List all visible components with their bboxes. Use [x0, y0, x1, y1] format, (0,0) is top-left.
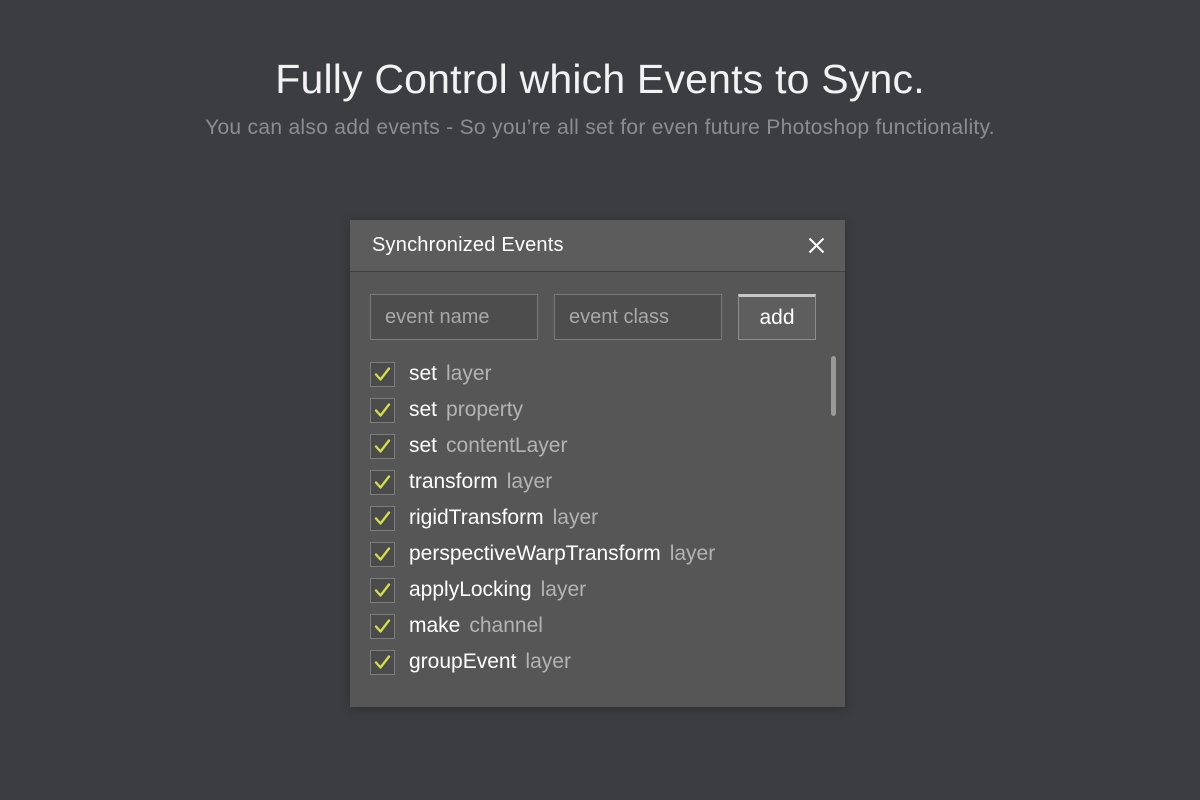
event-class-label: layer [540, 578, 587, 601]
event-checkbox-checked[interactable] [370, 577, 395, 603]
scrollbar-thumb[interactable] [831, 356, 836, 416]
event-row[interactable]: transform layer [370, 464, 845, 500]
event-name-label: rigidTransform [409, 506, 544, 529]
event-class-label: layer [552, 506, 599, 529]
event-class-label: contentLayer [446, 434, 568, 457]
page-title: Fully Control which Events to Sync. [275, 56, 925, 102]
hero-section: Fully Control which Events to Sync. You … [0, 0, 1200, 140]
event-checkbox-checked[interactable] [370, 613, 395, 639]
event-checkbox-checked[interactable] [370, 469, 395, 495]
event-checkbox-checked[interactable] [370, 397, 395, 423]
event-rows-container: set layer set property set contentLayer transf… [370, 356, 845, 680]
add-event-row: add [350, 272, 845, 340]
event-class-label: layer [506, 470, 553, 493]
event-class-label: layer [669, 542, 716, 565]
event-checkbox-checked[interactable] [370, 433, 395, 459]
event-row[interactable]: perspectiveWarpTransform layer [370, 536, 845, 572]
event-name-label: make [409, 614, 461, 637]
event-name-label: set [409, 362, 438, 385]
event-name-label: groupEvent [409, 650, 517, 673]
event-list-scrollbar[interactable] [831, 356, 836, 692]
event-checkbox-checked[interactable] [370, 649, 395, 675]
event-list: set layer set property set contentLayer transf… [350, 356, 845, 692]
event-checkbox-checked[interactable] [370, 361, 395, 387]
close-icon[interactable] [801, 231, 831, 261]
event-row[interactable]: make channel [370, 608, 845, 644]
event-row[interactable]: set contentLayer [370, 428, 845, 464]
event-class-input[interactable] [554, 294, 722, 340]
event-class-label: channel [469, 614, 543, 637]
event-name-input[interactable] [370, 294, 538, 340]
add-event-button[interactable]: add [738, 294, 816, 340]
event-row[interactable]: applyLocking layer [370, 572, 845, 608]
event-name-label: transform [409, 470, 498, 493]
panel-title: Synchronized Events [372, 234, 564, 256]
event-class-label: layer [525, 650, 571, 673]
event-row[interactable]: set layer [370, 356, 845, 392]
event-class-label: property [446, 398, 524, 421]
event-name-label: applyLocking [409, 578, 532, 601]
event-checkbox-checked[interactable] [370, 505, 395, 531]
event-class-label: layer [446, 362, 492, 385]
page-subtitle: You can also add events - So you’re all … [205, 116, 995, 140]
event-name-label: perspectiveWarpTransform [409, 542, 661, 565]
panel-header: Synchronized Events [350, 220, 845, 272]
event-checkbox-checked[interactable] [370, 541, 395, 567]
event-row[interactable]: rigidTransform layer [370, 500, 845, 536]
event-row[interactable]: set property [370, 392, 845, 428]
event-name-label: set [409, 398, 438, 421]
event-name-label: set [409, 434, 438, 457]
event-row[interactable]: groupEvent layer [370, 644, 845, 680]
synchronized-events-panel: Synchronized Events add set layer set prope… [350, 220, 845, 707]
